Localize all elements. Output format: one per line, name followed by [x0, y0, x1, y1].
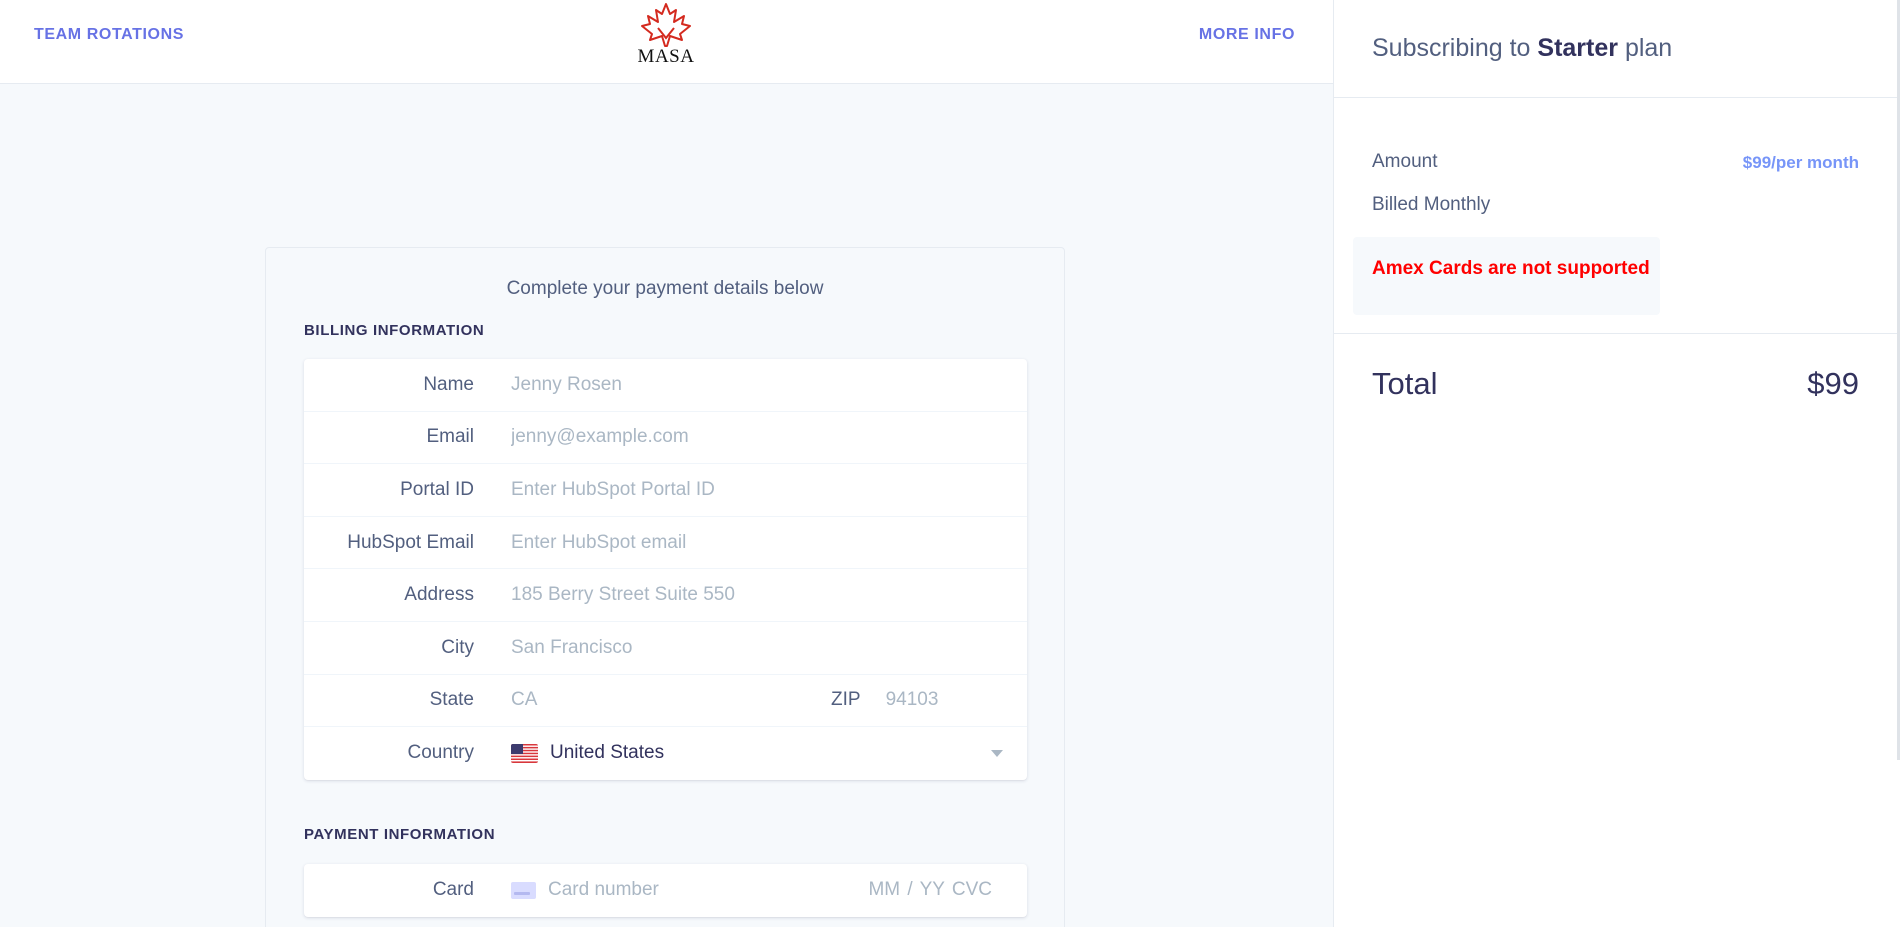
card-label: Card	[432, 879, 474, 901]
address-input[interactable]	[511, 584, 1007, 607]
portal-id-row: Portal ID	[304, 464, 1027, 517]
address-label: Address	[404, 584, 474, 606]
amount-value: $99/per month	[1742, 153, 1859, 172]
hubspot-email-input[interactable]	[511, 531, 1007, 554]
payment-section-label: PAYMENT INFORMATION	[304, 826, 496, 843]
amount-label: Amount	[1372, 151, 1438, 172]
payment-fieldset: Card Card number MM / YY CVC	[304, 864, 1027, 917]
summary-heading: Subscribing to Starter plan	[1334, 0, 1900, 98]
email-row: Email	[304, 412, 1027, 465]
state-input[interactable]	[511, 689, 811, 712]
heading-prefix: Subscribing to	[1372, 34, 1531, 62]
payment-form-card: Complete your payment details below BILL…	[265, 247, 1131, 927]
portal-id-input[interactable]	[511, 478, 1007, 501]
card-number-input[interactable]: Card number	[548, 879, 868, 901]
form-title: Complete your payment details below	[506, 278, 824, 299]
zip-input[interactable]	[885, 689, 1131, 712]
card-expiry-cvc[interactable]: MM / YY CVC	[868, 879, 992, 901]
total-label: Total	[1372, 366, 1438, 401]
credit-card-icon	[511, 881, 536, 899]
hubspot-email-label: HubSpot Email	[347, 531, 474, 553]
portal-id-label: Portal ID	[400, 478, 474, 500]
city-row: City	[304, 622, 1027, 675]
city-input[interactable]	[511, 636, 1007, 659]
logo-text: MASA	[637, 46, 695, 67]
card-row[interactable]: Card Card number MM / YY CVC	[304, 864, 1027, 917]
plan-name: Starter	[1537, 34, 1618, 62]
country-row[interactable]: Country United States	[304, 727, 1027, 780]
nav-more-info[interactable]: MORE INFO	[1199, 26, 1295, 44]
email-label: Email	[426, 426, 474, 448]
address-row: Address	[304, 569, 1027, 622]
name-label: Name	[423, 373, 474, 395]
summary-details: Amount $99/per month Billed Monthly Amex…	[1334, 98, 1900, 334]
us-flag-icon	[511, 743, 538, 763]
hubspot-email-row: HubSpot Email	[304, 517, 1027, 570]
top-header: TEAM ROTATIONS MASA MORE INFO	[0, 0, 1333, 84]
maple-leaf-icon	[641, 3, 691, 47]
email-input[interactable]	[511, 426, 1007, 449]
name-input[interactable]	[511, 373, 1007, 396]
state-zip-row: State ZIP	[304, 675, 1131, 728]
nav-team-rotations[interactable]: TEAM ROTATIONS	[34, 26, 184, 44]
total-value: $99	[1807, 366, 1859, 401]
billing-cycle: Billed Monthly	[1372, 194, 1491, 215]
name-row: Name	[304, 359, 1027, 412]
city-label: City	[441, 636, 474, 658]
amex-warning: Amex Cards are not supported	[1353, 237, 1660, 315]
chevron-down-icon[interactable]	[991, 749, 1003, 757]
masa-logo[interactable]: MASA	[632, 2, 700, 68]
billing-section-label: BILLING INFORMATION	[304, 322, 485, 339]
zip-label: ZIP	[831, 689, 861, 711]
country-label: Country	[407, 742, 474, 764]
billing-fieldset: Name Email Portal ID HubSpot Email Addre…	[304, 359, 1131, 780]
heading-suffix: plan	[1624, 34, 1673, 62]
country-select-value[interactable]: United States	[550, 742, 991, 764]
order-summary-panel: Subscribing to Starter plan Amount $99/p…	[1333, 0, 1900, 927]
state-label: State	[429, 689, 474, 711]
